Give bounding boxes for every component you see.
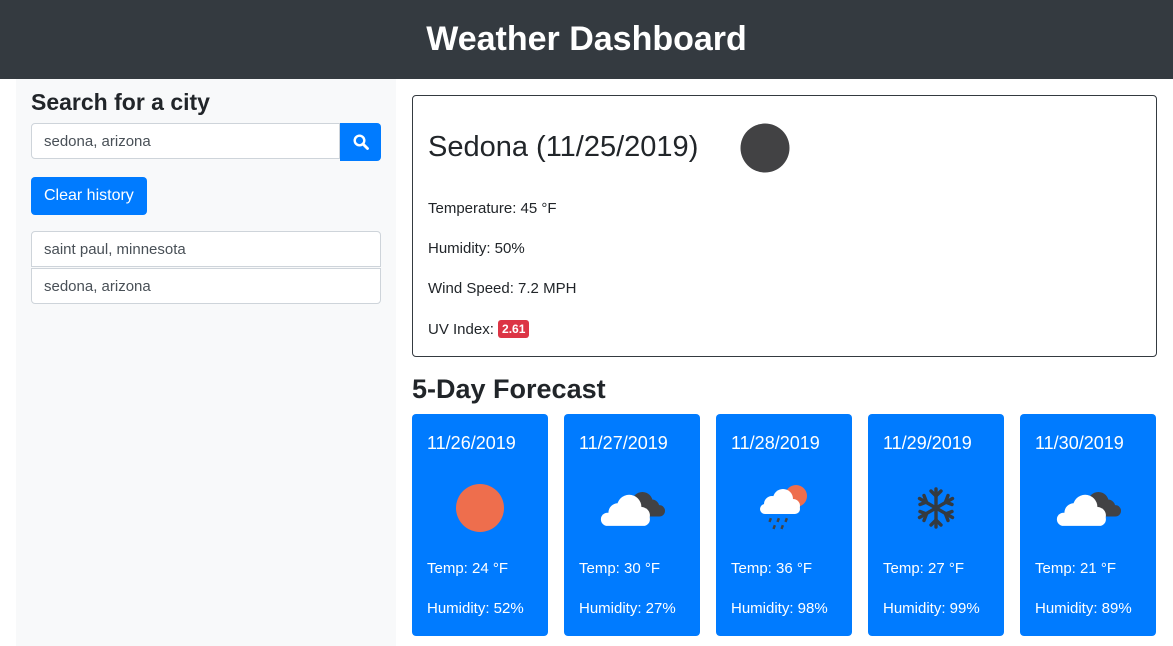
forecast-temp: Temp: 24 °F [427, 560, 509, 577]
forecast-date: 11/30/2019 [1035, 433, 1124, 453]
forecast-cards: 11/26/2019 Temp: 24 °F Humidity: 52% 11/… [412, 414, 1156, 636]
history-item[interactable]: saint paul, minnesota [31, 231, 381, 267]
uv-label: UV Index: [428, 321, 494, 338]
history-item[interactable]: sedona, arizona [31, 268, 381, 304]
forecast-date: 11/27/2019 [579, 433, 668, 453]
clouds-icon [1056, 491, 1121, 526]
history-list: saint paul, minnesota sedona, arizona [31, 231, 381, 305]
forecast-card: 11/27/2019 Temp: 30 °F Humidity: 27% [564, 414, 700, 636]
forecast-date: 11/29/2019 [883, 433, 972, 453]
clouds-icon [600, 491, 665, 526]
forecast-card: 11/28/2019 Temp: 36 °F Humidity: 98% [716, 414, 852, 636]
forecast-temp: Temp: 30 °F [579, 560, 661, 577]
forecast-temp: Temp: 21 °F [1035, 560, 1117, 577]
clear-history-button[interactable]: Clear history [31, 177, 147, 215]
forecast-date: 11/26/2019 [427, 433, 516, 453]
forecast-card: 11/30/2019 Temp: 21 °F Humidity: 89% [1020, 414, 1156, 636]
forecast-card: 11/29/2019 Temp: 27 °F Humidity: 99% [868, 414, 1004, 636]
current-humidity: Humidity: 50% [428, 240, 525, 257]
forecast-humidity: Humidity: 89% [1035, 600, 1132, 617]
forecast-card: 11/26/2019 Temp: 24 °F Humidity: 52% [412, 414, 548, 636]
forecast-humidity: Humidity: 99% [883, 600, 980, 617]
sidebar: Search for a city Clear history saint pa… [16, 79, 396, 646]
forecast-temp: Temp: 36 °F [731, 560, 813, 577]
search-input[interactable] [31, 123, 340, 159]
search-icon [352, 134, 369, 150]
current-temperature: Temperature: 45 °F [428, 200, 557, 217]
forecast-humidity: Humidity: 52% [427, 600, 524, 617]
current-weather-panel: Sedona (11/25/2019) Temperature: 45 °F H… [412, 95, 1157, 357]
rain-sun-icon [760, 485, 807, 530]
forecast-temp: Temp: 27 °F [883, 560, 965, 577]
moon-icon [740, 123, 790, 173]
current-uv-index: UV Index: 2.61 [428, 320, 530, 338]
current-wind-speed: Wind Speed: 7.2 MPH [428, 280, 577, 297]
uv-badge: 2.61 [498, 320, 530, 338]
forecast-title: 5-Day Forecast [412, 374, 606, 404]
snowflake-icon [917, 487, 955, 529]
sun-icon [456, 484, 504, 532]
forecast-humidity: Humidity: 98% [731, 600, 828, 617]
forecast-humidity: Humidity: 27% [579, 600, 676, 617]
search-heading: Search for a city [31, 89, 210, 115]
search-button[interactable] [340, 123, 381, 161]
page-title: Weather Dashboard [426, 20, 747, 58]
current-city-title: Sedona (11/25/2019) [428, 131, 699, 163]
navbar: Weather Dashboard [0, 0, 1173, 79]
forecast-date: 11/28/2019 [731, 433, 820, 453]
